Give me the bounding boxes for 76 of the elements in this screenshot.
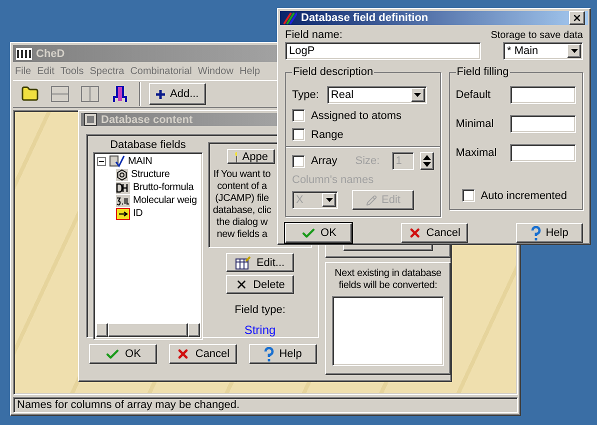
tree-item[interactable]: Structure xyxy=(96,168,200,181)
ok-button[interactable]: OK xyxy=(89,344,157,364)
status-text: Names for columns of array may be changed. xyxy=(17,399,240,411)
dialog-title: Database content xyxy=(101,114,193,126)
dropdown-arrow-icon xyxy=(326,198,332,202)
cancel-button[interactable]: Cancel xyxy=(400,223,468,243)
checkbox-label: Range xyxy=(311,128,344,140)
checkbox[interactable] xyxy=(292,109,305,122)
append-button[interactable]: Appe xyxy=(227,149,275,164)
cross-icon xyxy=(408,226,422,240)
checkbox-label: Assigned to atoms xyxy=(311,110,402,122)
cross-icon xyxy=(176,347,190,361)
edit-button[interactable]: Edit... xyxy=(226,253,294,272)
field-label: Minimal xyxy=(456,118,494,130)
help-button[interactable]: Help xyxy=(516,223,583,243)
checkmark-icon xyxy=(300,226,316,240)
database-check-icon xyxy=(109,155,125,168)
field-label: Field name: xyxy=(285,29,344,41)
section-label: Database fields xyxy=(110,139,186,151)
group-title: Field filling xyxy=(456,66,510,78)
checkbox[interactable] xyxy=(292,128,305,141)
plus-icon xyxy=(156,90,165,98)
field-label: Default xyxy=(456,89,491,101)
tree-view[interactable]: MAIN Structure Brutto-formula Molecular weig ID xyxy=(93,152,203,340)
dropdown-arrow-icon xyxy=(570,49,578,53)
app-logo-icon xyxy=(16,48,32,60)
cancel-button[interactable]: Cancel xyxy=(169,344,237,364)
tree-item[interactable]: Brutto-formula xyxy=(96,181,200,194)
checkbox[interactable] xyxy=(292,154,305,168)
checkbox[interactable] xyxy=(462,189,475,202)
question-mark-icon xyxy=(264,346,274,362)
dialog-title: Database field definition xyxy=(301,12,428,24)
field-name-input[interactable]: LogP xyxy=(285,42,481,60)
field-type-value: String xyxy=(244,323,276,337)
collapse-icon[interactable] xyxy=(97,157,106,166)
number-icon xyxy=(116,194,130,206)
dropdown-arrow-icon xyxy=(414,93,422,97)
horizontal-scrollbar[interactable] xyxy=(96,323,200,337)
open-folder-button[interactable] xyxy=(19,84,41,104)
converted-fields-list[interactable] xyxy=(332,296,444,366)
spinner-icon[interactable] xyxy=(420,152,434,170)
field-label: Type: xyxy=(292,89,319,101)
checkbox-label: Array xyxy=(311,155,338,167)
rainbow-logo-icon xyxy=(283,12,297,24)
tree-item[interactable]: Molecular weig xyxy=(96,194,200,207)
convert-label: Next existing in database fields will be converted: xyxy=(334,268,442,292)
help-button[interactable]: Help xyxy=(249,344,317,364)
close-icon xyxy=(572,13,582,23)
value-input[interactable] xyxy=(510,144,576,162)
question-mark-icon xyxy=(530,226,541,240)
field-type-label: Field type: xyxy=(234,304,286,316)
ring-icon xyxy=(116,168,128,180)
field-label: Maximal xyxy=(456,147,497,159)
add-button[interactable]: Add... xyxy=(149,83,206,105)
tree-item[interactable]: MAIN xyxy=(96,155,200,168)
table-edit-icon xyxy=(235,256,252,270)
database-icon xyxy=(84,113,97,126)
value-input[interactable] xyxy=(510,86,576,104)
tree-item[interactable]: ID xyxy=(96,207,200,220)
cross-icon xyxy=(235,278,248,291)
window-title: CheD xyxy=(36,48,65,60)
checkbox-label: Auto incremented xyxy=(480,190,567,202)
checkmark-icon xyxy=(105,346,120,362)
value-input[interactable] xyxy=(510,115,576,133)
ok-button[interactable]: OK xyxy=(285,223,352,243)
field-label: Storage to save data xyxy=(490,30,583,41)
close-button[interactable] xyxy=(569,11,585,25)
type-dropdown[interactable]: Real xyxy=(326,86,427,104)
pencil-icon xyxy=(366,194,377,206)
delete-button[interactable]: Delete xyxy=(226,275,294,294)
horizontal-split-button[interactable] xyxy=(49,84,71,104)
info-text: If You want to content of a (JCAMP) file database, clic the dialog w new fields a xyxy=(212,169,272,241)
group-title: Field description xyxy=(292,66,374,78)
storage-dropdown[interactable]: * Main xyxy=(503,42,583,60)
formula-icon xyxy=(116,182,130,194)
vertical-split-button[interactable] xyxy=(79,84,101,104)
